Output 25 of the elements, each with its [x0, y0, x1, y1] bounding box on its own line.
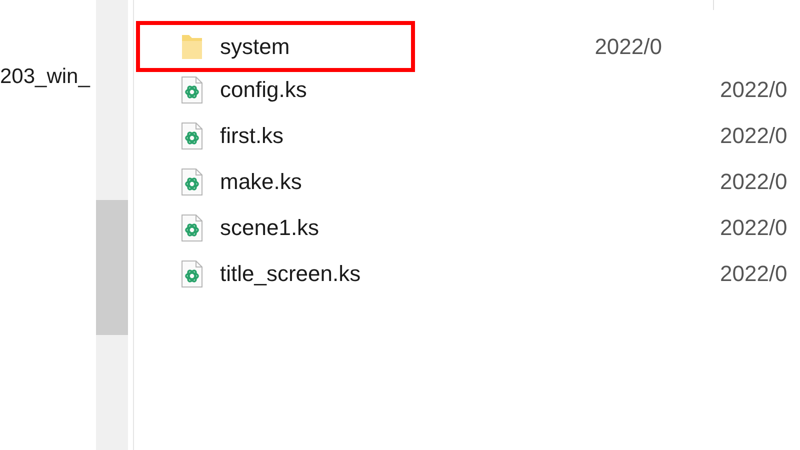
modified-date: 2022/0 — [594, 34, 662, 60]
file-row[interactable]: scene1.ks 2022/0 — [136, 205, 800, 251]
folder-icon — [181, 32, 203, 60]
file-row[interactable]: title_screen.ks 2022/0 — [136, 251, 800, 297]
script-file-icon — [181, 122, 203, 150]
modified-date: 2022/0 — [720, 261, 788, 287]
modified-date: 2022/0 — [720, 215, 788, 241]
file-row[interactable]: make.ks 2022/0 — [136, 159, 800, 205]
file-name: scene1.ks — [220, 215, 320, 241]
modified-date: 2022/0 — [720, 123, 788, 149]
modified-date: 2022/0 — [720, 77, 788, 103]
file-name: make.ks — [220, 169, 303, 195]
file-name: title_screen.ks — [220, 261, 362, 287]
file-name: config.ks — [220, 77, 308, 103]
scrollbar-thumb[interactable] — [96, 200, 128, 335]
nav-item[interactable]: 203_win_ — [0, 65, 96, 89]
file-row[interactable]: first.ks 2022/0 — [136, 113, 800, 159]
script-file-icon — [181, 260, 203, 288]
file-name: system — [220, 34, 290, 60]
script-file-icon — [181, 214, 203, 242]
file-name: first.ks — [220, 123, 285, 149]
script-file-icon — [181, 76, 203, 104]
scrollbar[interactable] — [96, 0, 128, 450]
modified-date: 2022/0 — [720, 169, 788, 195]
script-file-icon — [181, 168, 203, 196]
